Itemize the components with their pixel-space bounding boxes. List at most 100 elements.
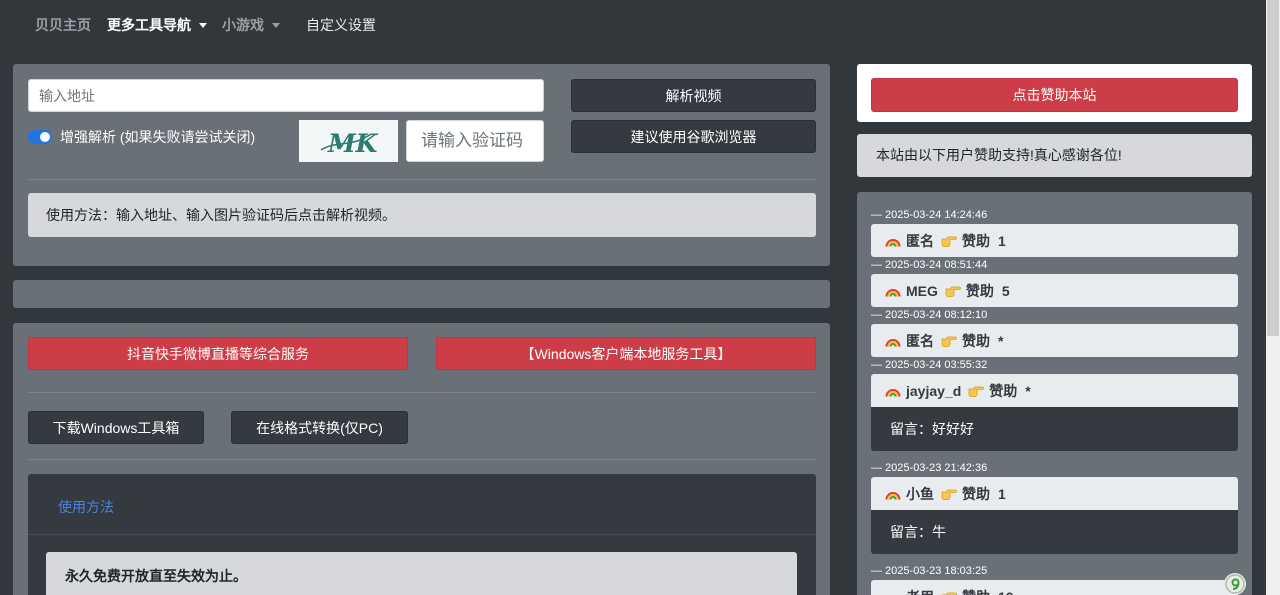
rainbow-icon bbox=[885, 285, 901, 297]
nav-games-dropdown[interactable]: 小游戏 bbox=[222, 16, 280, 34]
sponsor-thanks-banner: 本站由以下用户赞助支持!真心感谢各位! bbox=[857, 134, 1252, 177]
usage-card: 使用方法 永久免费开放直至失效为止。 bbox=[28, 474, 816, 595]
usage-note-text: 使用方法：输入地址、输入图片验证码后点击解析视频。 bbox=[46, 207, 396, 223]
usage-card-body: 永久免费开放直至失效为止。 bbox=[46, 552, 797, 595]
pointing-right-icon bbox=[945, 284, 961, 297]
format-convert-button[interactable]: 在线格式转换(仅PC) bbox=[231, 411, 408, 444]
rainbow-icon bbox=[885, 385, 901, 397]
sponsor-action: 赞助 bbox=[962, 587, 990, 595]
sponsor-thanks-text: 本站由以下用户赞助支持!真心感谢各位! bbox=[876, 147, 1122, 163]
usage-card-header: 使用方法 bbox=[28, 474, 816, 535]
services-panel: 抖音快手微博直播等综合服务 【Windows客户端本地服务工具】 下载Windo… bbox=[13, 323, 830, 595]
widget-glyph-icon bbox=[1225, 574, 1245, 594]
douyin-service-label: 抖音快手微博直播等综合服务 bbox=[127, 345, 309, 362]
empty-panel bbox=[13, 280, 830, 308]
browser-tip-label: 建议使用谷歌浏览器 bbox=[630, 128, 757, 145]
sponsor-site-button[interactable]: 点击赞助本站 bbox=[871, 78, 1238, 112]
captcha-text: MK bbox=[327, 129, 379, 158]
sponsor-amount: 10 bbox=[998, 589, 1014, 595]
sponsor-name: 匿名 bbox=[906, 332, 934, 349]
sponsor-row: jayjay_d 赞助 * bbox=[871, 374, 1238, 407]
captcha-graphic: MK bbox=[320, 129, 379, 158]
sponsor-button-panel: 点击赞助本站 bbox=[857, 64, 1252, 122]
page-scrollbar-thumb[interactable] bbox=[1267, 0, 1279, 336]
nav-settings-link[interactable]: 自定义设置 bbox=[306, 16, 376, 34]
sponsor-amount: * bbox=[1025, 382, 1031, 399]
nav-home-link[interactable]: 贝贝主页 bbox=[35, 16, 91, 34]
sponsor-name: 老用 bbox=[906, 587, 934, 595]
toggle-knob bbox=[40, 132, 50, 142]
captcha-image[interactable]: MK bbox=[299, 120, 398, 162]
nav-home-label: 贝贝主页 bbox=[35, 17, 91, 33]
sponsor-row: MEG 赞助 5 bbox=[871, 274, 1238, 307]
sponsor-action: 赞助 bbox=[962, 332, 990, 349]
caret-down-icon bbox=[272, 22, 280, 28]
format-convert-label: 在线格式转换(仅PC) bbox=[256, 419, 383, 436]
parser-panel: 增强解析 (如果失败请尝试关闭) MK 解析视频 建议使用谷歌浏览器 使用方法：… bbox=[13, 64, 830, 266]
list-item: — 2025-03-23 18:03:25 老用 赞助 10 bbox=[871, 563, 1238, 595]
nav-games-label: 小游戏 bbox=[222, 17, 264, 33]
sponsor-time: — 2025-03-23 18:03:25 bbox=[871, 565, 988, 577]
sponsor-time: — 2025-03-24 14:24:46 bbox=[871, 209, 988, 221]
sponsor-message: 留言：好好好 bbox=[871, 407, 1238, 451]
pointing-right-icon bbox=[968, 384, 985, 397]
download-toolbox-button[interactable]: 下载Windows工具箱 bbox=[28, 411, 204, 444]
sponsor-amount: * bbox=[998, 332, 1004, 349]
list-item: — 2025-03-24 08:12:10 匿名 赞助 * bbox=[871, 307, 1238, 357]
sponsor-time: — 2025-03-24 08:51:44 bbox=[871, 259, 988, 271]
sponsor-site-label: 点击赞助本站 bbox=[1012, 87, 1097, 103]
divider bbox=[28, 459, 816, 460]
sponsor-row: 匿名 赞助 1 bbox=[871, 224, 1238, 257]
sponsor-row: 老用 赞助 10 bbox=[871, 580, 1238, 595]
list-item: — 2025-03-24 08:51:44 MEG 赞助 5 bbox=[871, 257, 1238, 307]
enhance-toggle-label: 增强解析 (如果失败请尝试关闭) bbox=[60, 129, 256, 145]
sponsor-name: MEG bbox=[906, 282, 938, 299]
sponsor-action: 赞助 bbox=[965, 282, 994, 299]
pointing-right-icon bbox=[941, 334, 957, 347]
divider bbox=[28, 179, 816, 180]
list-item: — 2025-03-24 03:55:32 jayjay_d 赞助 * 留言：好… bbox=[871, 357, 1238, 451]
rainbow-icon bbox=[885, 488, 901, 500]
parse-video-button[interactable]: 解析视频 bbox=[571, 79, 816, 112]
windows-client-button[interactable]: 【Windows客户端本地服务工具】 bbox=[436, 337, 816, 370]
sponsor-name: 匿名 bbox=[906, 232, 934, 249]
url-input[interactable] bbox=[28, 79, 544, 112]
sponsor-action: 赞助 bbox=[989, 382, 1018, 399]
rainbow-icon bbox=[885, 335, 901, 347]
caret-down-icon bbox=[199, 22, 207, 28]
list-item: — 2025-03-23 21:42:36 小鱼 赞助 1 留言：牛 bbox=[871, 460, 1238, 554]
tab-usage[interactable]: 使用方法 bbox=[58, 498, 114, 516]
sponsor-amount: 1 bbox=[998, 485, 1006, 502]
usage-note: 使用方法：输入地址、输入图片验证码后点击解析视频。 bbox=[28, 193, 816, 237]
captcha-input[interactable] bbox=[406, 120, 544, 162]
sponsor-message: 留言：牛 bbox=[871, 510, 1238, 554]
pointing-right-icon bbox=[941, 487, 957, 500]
douyin-service-button[interactable]: 抖音快手微博直播等综合服务 bbox=[28, 337, 408, 370]
sponsor-time: — 2025-03-23 21:42:36 bbox=[871, 462, 988, 474]
sponsor-name: 小鱼 bbox=[906, 485, 934, 502]
sponsor-amount: 1 bbox=[998, 232, 1006, 249]
parse-video-label: 解析视频 bbox=[665, 87, 722, 104]
nav-tools-label: 更多工具导航 bbox=[107, 17, 191, 33]
floating-chat-widget-icon[interactable] bbox=[1224, 573, 1246, 595]
list-item: — 2025-03-24 14:24:46 匿名 赞助 1 bbox=[871, 207, 1238, 257]
sponsor-time: — 2025-03-24 03:55:32 bbox=[871, 359, 988, 371]
sponsor-action: 赞助 bbox=[962, 485, 990, 502]
rainbow-icon bbox=[885, 235, 901, 247]
sponsor-action: 赞助 bbox=[962, 232, 990, 249]
rainbow-icon bbox=[885, 591, 901, 595]
pointing-right-icon bbox=[941, 590, 957, 595]
pointing-right-icon bbox=[941, 234, 957, 247]
nav-tools-dropdown[interactable]: 更多工具导航 bbox=[107, 16, 207, 34]
usage-card-text: 永久免费开放直至失效为止。 bbox=[65, 568, 247, 584]
sponsor-list: — 2025-03-24 14:24:46 匿名 赞助 1 — 2025-03-… bbox=[857, 192, 1252, 595]
sponsor-row: 匿名 赞助 * bbox=[871, 324, 1238, 357]
sponsor-time: — 2025-03-24 08:12:10 bbox=[871, 309, 988, 321]
browser-tip-button[interactable]: 建议使用谷歌浏览器 bbox=[571, 120, 816, 153]
enhance-toggle[interactable] bbox=[28, 130, 52, 144]
sponsor-name: jayjay_d bbox=[906, 382, 962, 399]
windows-client-label: 【Windows客户端本地服务工具】 bbox=[520, 345, 732, 362]
sponsor-row: 小鱼 赞助 1 bbox=[871, 477, 1238, 510]
nav-settings-label: 自定义设置 bbox=[306, 17, 376, 33]
download-toolbox-label: 下载Windows工具箱 bbox=[52, 419, 180, 436]
